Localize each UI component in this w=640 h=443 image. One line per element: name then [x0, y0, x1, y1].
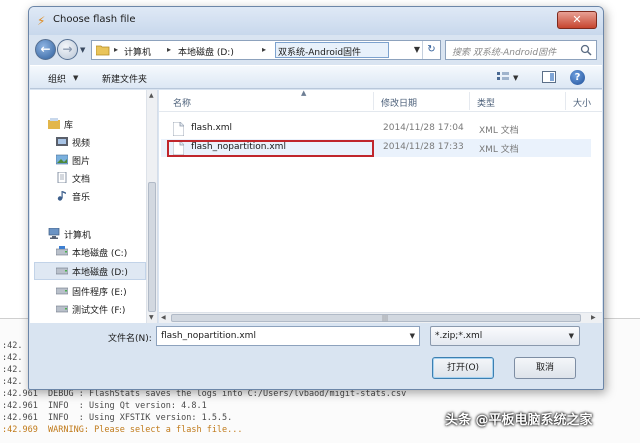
computer-icon [48, 228, 60, 239]
breadcrumb-computer[interactable]: 计算机 [124, 45, 151, 58]
address-bar[interactable]: ▸ 计算机 ▸ 本地磁盘 (D:) ▸ 双系统-Android固件 ▼ ↻ [91, 40, 441, 60]
view-options-icon[interactable] [496, 71, 510, 83]
folder-icon [96, 45, 110, 56]
nav-item-drive-d[interactable]: 本地磁盘 (D:) [34, 262, 146, 280]
nav-item-drive-e[interactable]: 固件程序 (E:) [56, 283, 144, 299]
file-modified: 2014/11/28 17:33 [383, 142, 464, 152]
filter-dropdown-icon[interactable]: ▼ [569, 332, 574, 340]
column-header-name[interactable]: 名称 [173, 96, 191, 109]
breadcrumb-separator-icon[interactable]: ▸ [114, 45, 118, 54]
breadcrumb-separator-icon[interactable]: ▸ [262, 45, 266, 54]
file-name: flash.xml [191, 123, 233, 133]
search-placeholder: 搜索 双系统-Android固件 [452, 48, 557, 58]
forward-button[interactable]: → [57, 39, 78, 60]
new-folder-button[interactable]: 新建文件夹 [102, 72, 147, 85]
open-button[interactable]: 打开(O) [432, 357, 494, 379]
file-row[interactable]: flash.xml 2014/11/28 17:04 XML 文档 [161, 120, 591, 138]
refresh-button[interactable]: ↻ [422, 41, 440, 59]
filename-label: 文件名(N): [108, 334, 152, 344]
file-type: XML 文档 [479, 126, 519, 136]
close-button[interactable]: ✕ [557, 11, 597, 29]
organize-button[interactable]: 组织 [48, 72, 66, 85]
filename-input[interactable]: flash_nopartition.xml ▼ [156, 326, 420, 346]
breadcrumb-separator-icon[interactable]: ▸ [167, 45, 171, 54]
log-line: :42. [2, 377, 23, 387]
cancel-button[interactable]: 取消 [514, 357, 576, 379]
recent-pages-dropdown-icon[interactable]: ▼ [80, 46, 88, 54]
scroll-right-icon[interactable]: ▶ [591, 314, 596, 321]
search-icon [580, 44, 592, 56]
navigation-pane: 库 视频 图片 文档 音乐 计算机 本地磁盘 (C:) 本地磁盘 (D:) 固件… [30, 90, 158, 323]
drive-icon [56, 287, 68, 295]
nav-item-computer[interactable]: 计算机 [48, 226, 138, 242]
drive-icon [56, 267, 68, 275]
column-header-modified[interactable]: 修改日期 [381, 96, 417, 109]
drive-icon [56, 305, 68, 313]
horizontal-scrollbar[interactable]: ◀ ||| ▶ [159, 312, 602, 323]
nav-item-drive-c[interactable]: 本地磁盘 (C:) [56, 244, 144, 260]
address-row: ← → ▼ ▸ 计算机 ▸ 本地磁盘 (D:) ▸ 双系统-Android固件 … [33, 37, 599, 63]
log-line-warning: :42.969 WARNING: Please select a flash f… [2, 425, 243, 435]
column-divider[interactable] [373, 92, 374, 110]
column-header-type[interactable]: 类型 [477, 96, 495, 109]
preview-pane-icon[interactable] [542, 71, 556, 83]
column-header-size[interactable]: 大小 [573, 96, 591, 109]
log-line: :42. [2, 353, 23, 363]
nav-item-music[interactable]: 音乐 [56, 188, 144, 204]
scroll-down-icon[interactable]: ▼ [149, 314, 154, 321]
back-button[interactable]: ← [35, 39, 56, 60]
log-line: :42. [2, 341, 23, 351]
log-line: :42.961 DEBUG : FlashStats saves the log… [2, 389, 407, 399]
file-type-filter[interactable]: *.zip;*.xml ▼ [430, 326, 580, 346]
nav-scrollbar[interactable]: ▲ ▼ [146, 90, 157, 323]
organize-dropdown-icon[interactable]: ▼ [73, 74, 78, 82]
dialog-title: Choose flash file [53, 14, 136, 25]
flash-app-icon: ⚡ [37, 14, 46, 28]
breadcrumb-drive-d[interactable]: 本地磁盘 (D:) [178, 45, 234, 58]
nav-item-drive-f[interactable]: 测试文件 (F:) [56, 301, 144, 317]
filename-value: flash_nopartition.xml [161, 331, 256, 341]
watermark: 头条 @平板电脑系统之家 [445, 413, 593, 428]
music-icon [57, 191, 66, 201]
sort-ascending-icon: ▲ [301, 89, 307, 97]
horizontal-scrollbar-thumb[interactable]: ||| [171, 314, 581, 322]
log-line: :42.961 INFO : Using XFSTIK version: 1.5… [2, 413, 233, 423]
help-icon[interactable]: ? [570, 70, 585, 85]
column-divider[interactable] [469, 92, 470, 110]
file-modified: 2014/11/28 17:04 [383, 123, 464, 133]
scroll-up-icon[interactable]: ▲ [149, 92, 154, 99]
file-row-selected[interactable]: flash_nopartition.xml 2014/11/28 17:33 X… [161, 139, 591, 157]
search-input[interactable]: 搜索 双系统-Android固件 [445, 40, 597, 60]
address-dropdown-icon[interactable]: ▼ [414, 45, 420, 54]
log-line: :42. [2, 365, 23, 375]
column-divider[interactable] [565, 92, 566, 110]
filename-dropdown-icon[interactable]: ▼ [410, 332, 415, 340]
nav-item-pictures[interactable]: 图片 [56, 152, 144, 168]
filter-value: *.zip;*.xml [435, 331, 483, 341]
nav-item-videos[interactable]: 视频 [56, 134, 144, 150]
view-dropdown-icon[interactable]: ▼ [513, 74, 518, 82]
drive-icon [56, 246, 68, 256]
dialog-titlebar[interactable]: ⚡ Choose flash file ✕ [29, 7, 603, 35]
list-header: ▲ 名称 修改日期 类型 大小 [159, 89, 602, 112]
command-toolbar: 组织 ▼ 新建文件夹 ▼ ? [30, 65, 602, 89]
log-line: :42.961 INFO : Using Qt version: 4.8.1 [2, 401, 207, 411]
nav-item-documents[interactable]: 文档 [56, 170, 144, 186]
picture-icon [56, 154, 68, 165]
document-icon [57, 172, 67, 183]
scroll-grip-icon: ||| [382, 315, 389, 322]
scroll-left-icon[interactable]: ◀ [161, 314, 166, 321]
video-icon [56, 137, 68, 146]
nav-scrollbar-thumb[interactable] [148, 182, 156, 312]
file-list: ▲ 名称 修改日期 类型 大小 flash.xml 2014/11/28 17:… [159, 89, 602, 323]
breadcrumb-current-folder[interactable]: 双系统-Android固件 [278, 45, 361, 58]
annotation-highlight-box [167, 140, 374, 157]
file-type: XML 文档 [479, 145, 519, 155]
xml-file-icon [173, 122, 184, 136]
library-icon [48, 118, 60, 129]
nav-item-libraries[interactable]: 库 [48, 116, 138, 132]
